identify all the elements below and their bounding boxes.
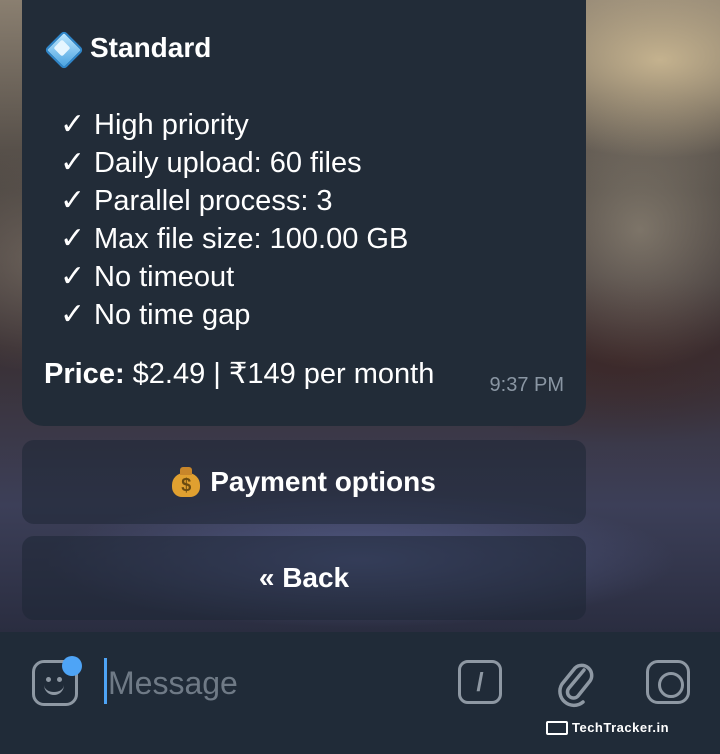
check-icon: ✓ [60, 298, 86, 331]
watermark-text: TechTracker.in [572, 720, 670, 735]
price-value: $2.49 | ₹149 per month [132, 358, 435, 390]
check-icon: ✓ [60, 108, 86, 141]
text-cursor [104, 658, 107, 704]
price-line: Price: $2.49 | ₹149 per month [44, 356, 434, 391]
watermark-logo-icon [546, 720, 568, 735]
check-icon: ✓ [60, 146, 86, 179]
diamond-icon [44, 30, 80, 66]
back-button[interactable]: « Back [22, 536, 586, 620]
message-bubble[interactable]: Standard ✓ High priority ✓ Daily upload: 6… [22, 0, 586, 426]
slash-command-icon[interactable]: / [458, 660, 502, 704]
payment-options-button[interactable]: Payment options [22, 440, 586, 524]
camera-icon[interactable] [646, 660, 690, 704]
feature-item: ✓ Daily upload: 60 files [60, 144, 408, 182]
check-icon: ✓ [60, 260, 86, 293]
price-label: Price: [44, 358, 125, 390]
feature-item: ✓ High priority [60, 106, 408, 144]
check-icon: ✓ [60, 222, 86, 255]
watermark: TechTracker.in [546, 720, 669, 735]
plan-title: Standard [44, 30, 211, 66]
message-timestamp: 9:37 PM [489, 374, 564, 396]
back-label: « Back [258, 562, 350, 593]
money-bag-icon [172, 467, 201, 497]
notification-dot [62, 656, 82, 676]
paperclip-icon[interactable] [556, 656, 596, 708]
payment-options-label: Payment options [210, 466, 436, 497]
feature-item: ✓ Max file size: 100.00 GB [60, 220, 408, 258]
feature-item: ✓ No timeout [60, 258, 408, 296]
feature-item: ✓ Parallel process: 3 [60, 182, 408, 220]
check-icon: ✓ [60, 184, 86, 217]
message-input[interactable] [108, 660, 428, 706]
feature-item: ✓ No time gap [60, 296, 408, 334]
feature-list: ✓ High priority ✓ Daily upload: 60 files ✓… [60, 106, 408, 334]
plan-name: Standard [90, 32, 212, 63]
